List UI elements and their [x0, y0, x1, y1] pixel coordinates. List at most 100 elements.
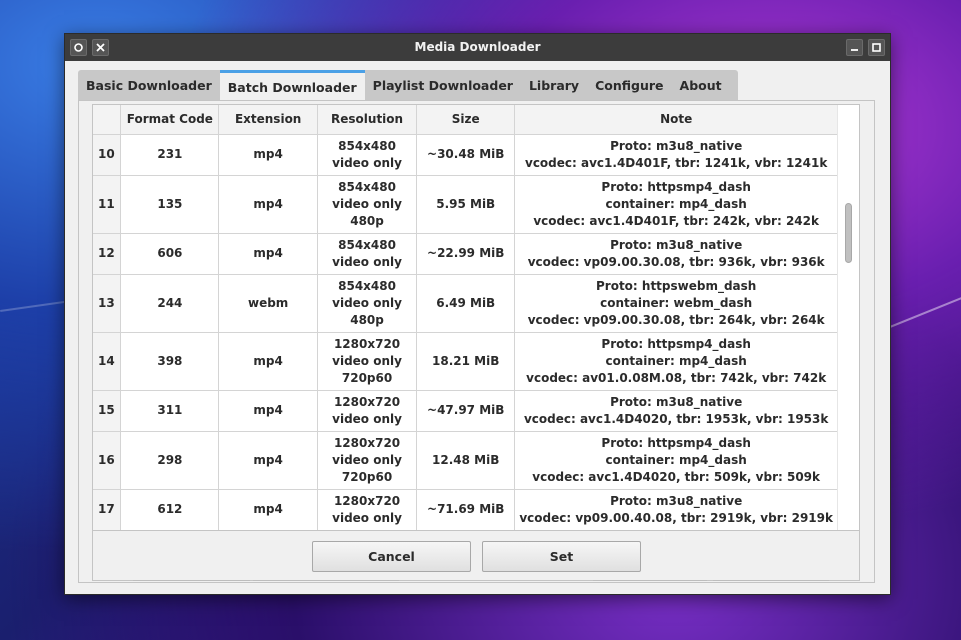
cell-resolution: 854x480 video only 480p	[317, 175, 418, 234]
tab-configure[interactable]: Configure	[587, 70, 671, 101]
cell-size: ~47.97 MiB	[416, 390, 516, 432]
cell-format-code: 311	[120, 390, 220, 432]
note-line: vcodec: avc1.4D4020, tbr: 1953k, vbr: 19…	[523, 411, 829, 426]
cell-resolution: 1280x720 video only 720p60	[317, 431, 418, 490]
cell-size: ~30.48 MiB	[416, 134, 516, 176]
note-line: vcodec: vp09.00.40.08, tbr: 2919k, vbr: …	[519, 510, 833, 525]
note-line: Proto: m3u8_native	[610, 493, 743, 508]
titlebar: Media Downloader	[65, 34, 890, 61]
set-button[interactable]: Set	[482, 541, 641, 572]
cell-extension: mp4	[218, 134, 318, 176]
cell-extension: webm	[218, 274, 318, 333]
resolution-line: 480p	[350, 312, 384, 327]
column-header-resolution[interactable]: Resolution	[317, 105, 418, 135]
formats-table-container: Format Code Extension Resolution Size No…	[92, 104, 860, 531]
note-line: Proto: m3u8_native	[610, 138, 743, 153]
cell-extension: mp4	[218, 233, 318, 275]
note-line: vcodec: avc1.4D401F, tbr: 1241k, vbr: 12…	[525, 155, 828, 170]
note-line: Proto: httpsmp4_dash	[601, 336, 751, 351]
cell-format-code: 606	[120, 233, 220, 275]
cell-format-code: 398	[120, 332, 220, 391]
resolution-line: video only	[332, 510, 402, 525]
resolution-line: 720p60	[341, 370, 393, 385]
table-row[interactable]: 16 298 mp4 1280x720 video only 720p60 12.48 Mi…	[93, 431, 838, 490]
column-header-format-code[interactable]: Format Code	[120, 105, 220, 135]
row-number-header	[93, 105, 122, 135]
resolution-line: video only	[332, 155, 402, 170]
cell-note: Proto: httpsmp4_dash container: mp4_dashv…	[514, 332, 838, 391]
table-row[interactable]: 11 135 mp4 854x480 video only 480p 5.95 MiB Pro…	[93, 175, 838, 234]
row-number: 16	[93, 431, 122, 490]
resolution-line: 720p60	[341, 469, 393, 484]
note-line: container: mp4_dash	[605, 353, 747, 368]
column-header-size[interactable]: Size	[416, 105, 516, 135]
note-line: vcodec: vp09.00.30.08, tbr: 936k, vbr: 9…	[527, 254, 825, 269]
cancel-button[interactable]: Cancel	[312, 541, 471, 572]
tab-batch-downloader[interactable]: Batch Downloader	[219, 70, 365, 101]
note-line: vcodec: avc1.4D401F, tbr: 242k, vbr: 242…	[533, 213, 819, 228]
cell-format-code: 231	[120, 134, 220, 176]
column-header-extension[interactable]: Extension	[218, 105, 318, 135]
resolution-line: video only	[332, 452, 402, 467]
table-row[interactable]: 10 231 mp4 854x480 video only ~30.48 MiB Proto…	[93, 134, 838, 176]
cell-size: 12.48 MiB	[416, 431, 516, 490]
cell-format-code: 612	[120, 489, 220, 530]
resolution-line: 1280x720	[333, 435, 401, 450]
cell-note: Proto: m3u8_native vcodec: avc1.4D4020, t…	[514, 390, 838, 432]
table-row[interactable]: 15 311 mp4 1280x720 video only ~47.97 MiB Prot…	[93, 390, 838, 432]
table-row[interactable]: 13 244 webm 854x480 video only 480p 6.49 MiB Pr…	[93, 274, 838, 333]
tab-basic-downloader[interactable]: Basic Downloader	[78, 70, 220, 101]
resolution-line: 854x480	[338, 138, 396, 153]
window-title: Media Downloader	[414, 40, 541, 54]
cell-size: ~71.69 MiB	[416, 489, 516, 530]
resolution-line: 1280x720	[333, 394, 401, 409]
cell-extension: mp4	[218, 332, 318, 391]
tab-about[interactable]: About	[672, 70, 730, 101]
cell-note: Proto: m3u8_native vcodec: vp09.00.40.08,…	[514, 489, 838, 530]
note-line: container: mp4_dash	[605, 196, 747, 211]
note-line: container: webm_dash	[600, 295, 753, 310]
batch-panel: Format Code Extension Resolution Size No…	[78, 100, 875, 583]
cell-note: Proto: m3u8_native vcodec: avc1.4D401F, t…	[514, 134, 838, 176]
cell-extension: mp4	[218, 390, 318, 432]
row-number: 13	[93, 274, 122, 333]
minimize-icon[interactable]	[846, 39, 863, 56]
row-number: 14	[93, 332, 122, 391]
vertical-scrollbar[interactable]	[837, 105, 859, 530]
cell-format-code: 298	[120, 431, 220, 490]
resolution-line: 1280x720	[333, 493, 401, 508]
resolution-line: 854x480	[338, 237, 396, 252]
resolution-line: 854x480	[338, 179, 396, 194]
tab-library[interactable]: Library	[521, 70, 587, 101]
table-row[interactable]: 12 606 mp4 854x480 video only ~22.99 MiB Proto…	[93, 233, 838, 275]
wallpaper-streak	[879, 285, 961, 332]
note-line: Proto: m3u8_native	[610, 394, 743, 409]
resolution-line: video only	[332, 196, 402, 211]
cell-extension: mp4	[218, 175, 318, 234]
resolution-line: 1280x720	[333, 336, 401, 351]
row-number: 11	[93, 175, 122, 234]
cell-size: 18.21 MiB	[416, 332, 516, 391]
column-header-note[interactable]: Note	[514, 105, 838, 135]
maximize-icon[interactable]	[868, 39, 885, 56]
tab-playlist-downloader[interactable]: Playlist Downloader	[365, 70, 521, 101]
cell-resolution: 1280x720 video only	[317, 489, 418, 530]
divider	[713, 580, 829, 581]
note-line: vcodec: avc1.4D4020, tbr: 509k, vbr: 509…	[532, 469, 821, 484]
cell-format-code: 135	[120, 175, 220, 234]
resolution-line: 854x480	[338, 278, 396, 293]
note-line: Proto: httpsmp4_dash	[601, 179, 751, 194]
table-row[interactable]: 17 612 mp4 1280x720 video only ~71.69 MiB Prot…	[93, 489, 838, 530]
cell-resolution: 854x480 video only	[317, 233, 418, 275]
row-number: 10	[93, 134, 122, 176]
scrollbar-thumb[interactable]	[845, 203, 852, 263]
app-window: Media Downloader Basic Downloader Batch …	[64, 33, 891, 595]
note-line: vcodec: av01.0.08M.08, tbr: 742k, vbr: 7…	[526, 370, 827, 385]
table-header-row: Format Code Extension Resolution Size No…	[93, 105, 838, 135]
cell-note: Proto: httpsmp4_dash container: mp4_dash v…	[514, 431, 838, 490]
cell-extension: mp4	[218, 431, 318, 490]
resolution-line: video only	[332, 254, 402, 269]
table-row[interactable]: 14 398 mp4 1280x720 video only 720p60 18.21 Mi…	[93, 332, 838, 391]
divider	[593, 580, 707, 581]
resolution-line: video only	[332, 353, 402, 368]
